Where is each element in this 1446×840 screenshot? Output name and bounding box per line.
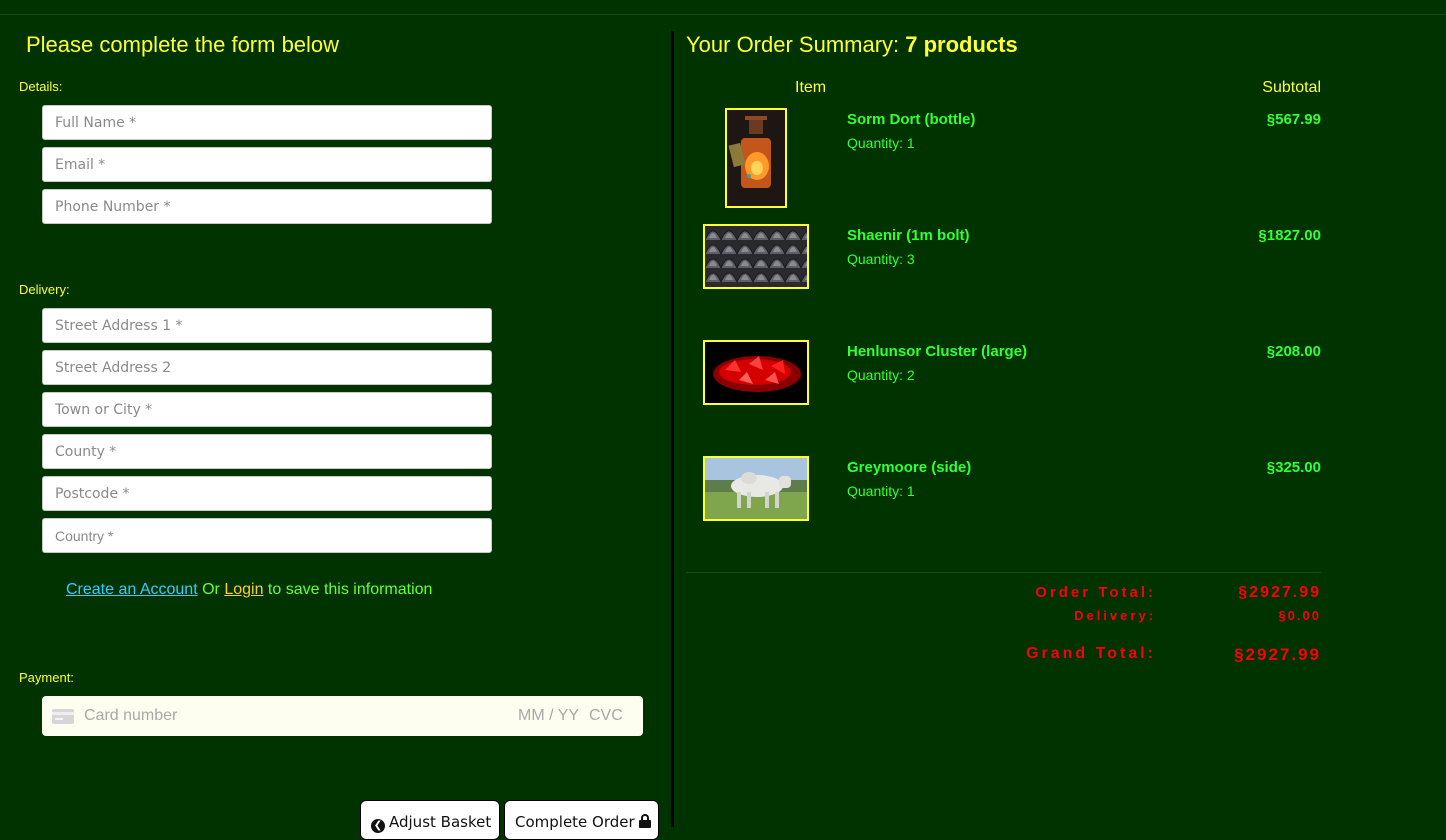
county-input[interactable] (42, 434, 492, 469)
order-total-value: §2927.99 (1238, 584, 1321, 601)
crystals-image (705, 342, 807, 403)
delivery-cost-label: Delivery: (1074, 608, 1156, 623)
grand-total-label: Grand Total: (1026, 645, 1156, 662)
top-divider (0, 14, 1446, 15)
chevron-left-circle-icon: ❮ (371, 819, 385, 833)
town-or-city-input[interactable] (42, 392, 492, 427)
street-address-1-input[interactable] (42, 308, 492, 343)
payment-label: Payment: (19, 670, 74, 685)
email-input[interactable] (42, 147, 492, 182)
create-account-link[interactable]: Create an Account (66, 581, 198, 598)
product-image-cattle[interactable] (703, 456, 809, 521)
form-title: Please complete the form below (26, 32, 340, 57)
full-name-input[interactable] (42, 105, 492, 140)
login-link[interactable]: Login (224, 581, 263, 598)
country-select[interactable] (42, 518, 492, 553)
complete-order-button[interactable]: Complete Order (504, 800, 659, 840)
scales-image (705, 226, 807, 287)
product-subtotal: §567.99 (1266, 111, 1321, 128)
delivery-label: Delivery: (19, 282, 70, 297)
product-count: 7 products (905, 32, 1018, 57)
card-number-field[interactable]: Card number (84, 707, 177, 725)
product-quantity: Quantity: 1 (847, 483, 915, 499)
adjust-basket-button[interactable]: ❮ Adjust Basket (360, 800, 500, 840)
lock-icon (638, 814, 651, 828)
product-subtotal: §1827.00 (1258, 227, 1321, 244)
summary-divider (686, 572, 1321, 573)
or-text: Or (197, 581, 225, 598)
phone-number-input[interactable] (42, 189, 492, 224)
product-name[interactable]: Sorm Dort (bottle) (847, 111, 975, 128)
bottle-image (727, 110, 785, 206)
delivery-cost-value: §0.00 (1278, 608, 1321, 623)
product-quantity: Quantity: 1 (847, 135, 915, 151)
order-total-label: Order Total: (1035, 584, 1156, 601)
postcode-input[interactable] (42, 476, 492, 511)
product-name[interactable]: Greymoore (side) (847, 459, 971, 476)
card-expiry-field[interactable]: MM / YY (518, 707, 579, 725)
card-cvc-field[interactable]: CVC (589, 707, 623, 725)
cattle-image (705, 458, 807, 519)
item-column-header: Item (795, 79, 827, 96)
card-element[interactable]: Card number MM / YY CVC (42, 696, 643, 736)
order-summary-prefix: Your Order Summary: (686, 32, 906, 57)
product-quantity: Quantity: 3 (847, 251, 915, 267)
product-name[interactable]: Shaenir (1m bolt) (847, 227, 970, 244)
product-image-scales[interactable] (703, 224, 809, 289)
street-address-2-input[interactable] (42, 350, 492, 385)
adjust-basket-label: Adjust Basket (389, 813, 492, 831)
save-info-text: to save this information (263, 581, 433, 598)
grand-total-value: §2927.99 (1234, 645, 1321, 664)
product-subtotal: §325.00 (1266, 459, 1321, 476)
product-name[interactable]: Henlunsor Cluster (large) (847, 343, 1027, 360)
product-image-bottle[interactable] (725, 108, 787, 208)
product-image-crystals[interactable] (703, 340, 809, 405)
subtotal-column-header: Subtotal (1262, 79, 1321, 96)
product-subtotal: §208.00 (1266, 343, 1321, 360)
details-label: Details: (19, 79, 63, 94)
product-quantity: Quantity: 2 (847, 367, 915, 383)
column-divider (671, 31, 674, 827)
credit-card-icon (52, 709, 74, 724)
save-info-prompt: Create an Account Or Login to save this … (66, 581, 432, 599)
complete-order-label: Complete Order (515, 813, 635, 831)
order-summary-title: Your Order Summary: 7 products (686, 32, 1018, 58)
